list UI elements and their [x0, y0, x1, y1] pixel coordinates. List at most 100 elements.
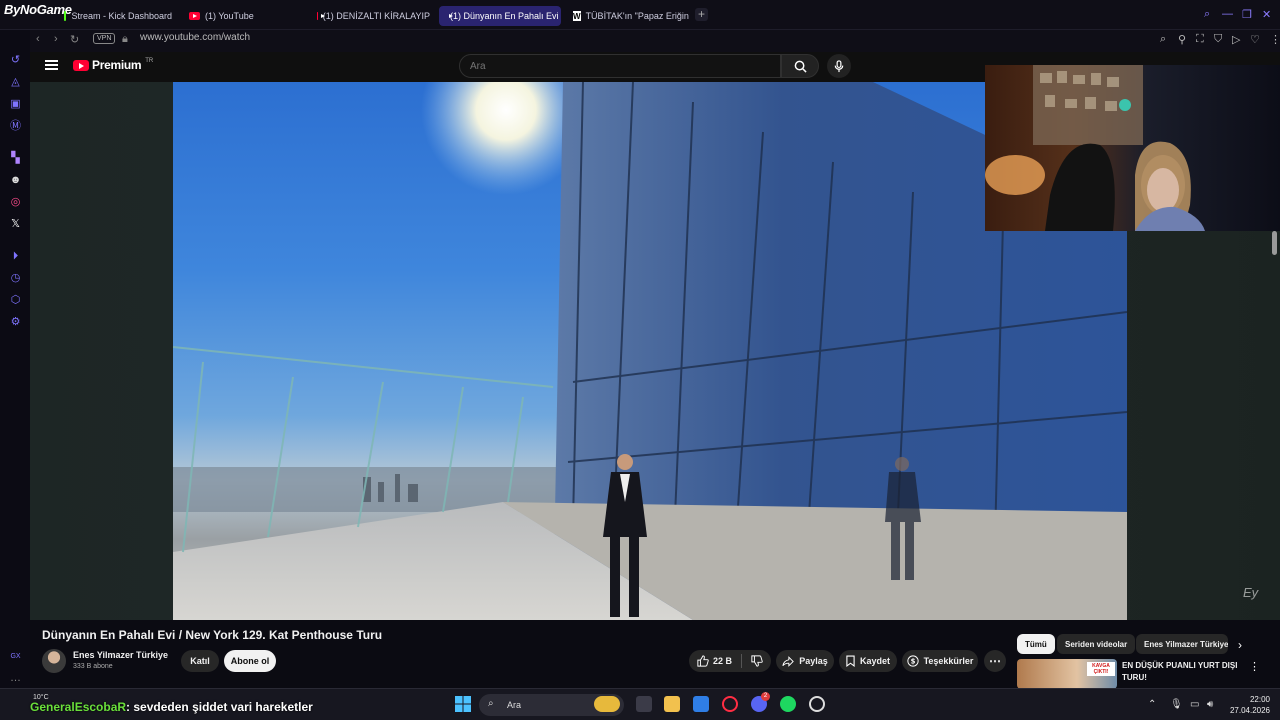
- search-box: [459, 54, 781, 78]
- search-button[interactable]: [781, 54, 819, 78]
- gamepad-icon[interactable]: ▣: [9, 98, 22, 111]
- tab-label: TÜBİTAK'ın "Papaz Eriğini: [585, 11, 689, 21]
- tab-tubitak[interactable]: W TÜBİTAK'ın "Papaz Eriğini: [567, 6, 689, 26]
- tab-kick-dashboard[interactable]: Stream - Kick Dashboard: [58, 6, 178, 26]
- thumbs-up-icon: [697, 655, 709, 667]
- chevron-right-icon[interactable]: ›: [1238, 638, 1242, 652]
- tab-label: (1) DENİZALTI KİRALAYIP: [322, 11, 430, 21]
- forward-icon[interactable]: ›: [54, 33, 58, 45]
- mail-icon[interactable]: [693, 696, 709, 712]
- clock[interactable]: 22:00 27.04.2026: [1226, 694, 1270, 716]
- pin-icon[interactable]: ⚲: [1178, 33, 1186, 46]
- browser-tab-bar: ByNoGame Stream - Kick Dashboard (1) You…: [0, 0, 1280, 30]
- youtube-logo[interactable]: Premium TR: [73, 58, 153, 72]
- screenshot-icon[interactable]: ⛶: [1196, 33, 1204, 46]
- microphone-icon[interactable]: 🎙︎: [1170, 699, 1183, 710]
- volume-icon[interactable]: 🔊︎: [1207, 699, 1213, 710]
- taskbar-search-label: Ara: [507, 700, 522, 710]
- divider: [741, 654, 742, 668]
- chat-username: GeneralEscobaR: [30, 700, 127, 714]
- sidebar-toggle-icon[interactable]: ⋮: [1270, 33, 1280, 46]
- page-scrollbar[interactable]: [1272, 231, 1277, 255]
- search-input[interactable]: [460, 55, 780, 77]
- messenger-icon[interactable]: Ⓜ: [9, 120, 22, 133]
- thumbs-down-icon[interactable]: [751, 655, 763, 667]
- monitor-icon[interactable]: ▭: [1190, 699, 1199, 710]
- channel-name[interactable]: Enes Yilmazer Türkiye: [73, 650, 168, 660]
- share-label: Paylaş: [799, 656, 828, 666]
- play-icon[interactable]: ▷: [1232, 33, 1240, 46]
- tab-active-video[interactable]: (1) Dünyanın En Pahalı Evi: [439, 6, 561, 26]
- minimize-icon[interactable]: —: [1222, 8, 1233, 20]
- maximize-icon[interactable]: ❐: [1242, 8, 1252, 21]
- video-frame: [173, 82, 1127, 620]
- opera-gx-icon[interactable]: [722, 696, 738, 712]
- tab-label: Stream - Kick Dashboard: [71, 11, 172, 21]
- logo-text: Premium: [92, 58, 142, 72]
- settings-icon[interactable]: ⚙: [9, 316, 22, 329]
- spotify-icon[interactable]: [780, 696, 796, 712]
- bag-icon[interactable]: ◬: [9, 76, 22, 89]
- heart-icon[interactable]: ♡: [1250, 33, 1260, 46]
- url-field[interactable]: www.youtube.com/watch: [140, 32, 250, 43]
- close-icon[interactable]: ✕: [1262, 8, 1271, 21]
- discord-icon[interactable]: ☻: [9, 174, 22, 187]
- file-explorer-icon[interactable]: [664, 696, 680, 712]
- chip-series[interactable]: Seriden videolar: [1057, 634, 1136, 654]
- video-player[interactable]: [173, 82, 1127, 620]
- recommended-title[interactable]: EN DÜŞÜK PUANLI YURT DIŞI TURU!: [1122, 660, 1242, 684]
- search-icon[interactable]: ⌕: [1204, 8, 1210, 21]
- share-button[interactable]: Paylaş: [776, 650, 834, 672]
- obs-icon[interactable]: [809, 696, 825, 712]
- more-vertical-icon[interactable]: ⋮: [1249, 660, 1260, 673]
- chip-all[interactable]: Tümü: [1017, 634, 1055, 654]
- like-dislike-group: 22 B: [689, 650, 771, 672]
- chevron-up-icon[interactable]: ⌃: [1148, 699, 1156, 710]
- tab-youtube[interactable]: (1) YouTube: [183, 6, 308, 26]
- discord-badge: 2: [761, 692, 770, 701]
- gx-icon[interactable]: GX: [9, 650, 22, 663]
- chat-text: : sevdeden şiddet vari hareketler: [126, 700, 313, 714]
- shield-icon[interactable]: ⛉: [1214, 33, 1222, 46]
- reload-icon[interactable]: ↻: [70, 33, 79, 46]
- menu-icon[interactable]: [45, 60, 58, 70]
- lock-icon: 🔒︎: [122, 33, 128, 45]
- join-button[interactable]: Katıl: [181, 650, 219, 672]
- back-icon[interactable]: ‹: [36, 33, 40, 45]
- channel-avatar[interactable]: [42, 649, 66, 673]
- chip-channel[interactable]: Enes Yilmazer Türkiye: [1136, 634, 1228, 654]
- save-button[interactable]: Kaydet: [839, 650, 897, 672]
- chat-message: GeneralEscobaR: sevdeden şiddet vari har…: [30, 700, 313, 714]
- tab-denizalti[interactable]: (1) DENİZALTI KİRALAYIP: [311, 6, 436, 26]
- webcam-overlay: [985, 65, 1280, 231]
- youtube-play-icon: [73, 59, 89, 71]
- voice-search-button[interactable]: [827, 54, 851, 78]
- zoom-icon[interactable]: ⌕: [1160, 33, 1166, 46]
- webcam-feed: [985, 65, 1205, 231]
- twitch-icon[interactable]: ▚: [9, 152, 22, 165]
- history-icon[interactable]: ◷: [9, 272, 22, 285]
- instagram-icon[interactable]: ◎: [9, 196, 22, 209]
- player-icon[interactable]: ⏵: [9, 250, 22, 263]
- more-actions-button[interactable]: ⋯: [984, 650, 1006, 672]
- widget-icon[interactable]: [594, 696, 620, 712]
- x-icon[interactable]: 𝕏: [9, 218, 22, 231]
- like-button[interactable]: 22 B: [697, 655, 732, 667]
- new-tab-button[interactable]: +: [695, 8, 708, 21]
- subscribe-button[interactable]: Abone ol: [224, 650, 276, 672]
- extensions-icon[interactable]: ⬡: [9, 294, 22, 307]
- w-icon: W: [573, 11, 581, 21]
- channel-watermark: Ey: [1243, 585, 1259, 600]
- recommended-thumbnail[interactable]: KAVGA ÇIKTI!: [1017, 659, 1117, 689]
- bookmark-icon: [846, 655, 855, 667]
- task-view-icon[interactable]: [636, 696, 652, 712]
- more-icon[interactable]: …: [9, 672, 22, 685]
- thanks-button[interactable]: $ Teşekkürler: [902, 650, 978, 672]
- share-icon: [782, 655, 795, 667]
- video-title: Dünyanın En Pahalı Evi / New York 129. K…: [42, 628, 383, 642]
- windows-start-icon[interactable]: [455, 696, 471, 712]
- refresh-icon[interactable]: ↺: [9, 54, 22, 67]
- microphone-icon: [834, 59, 844, 72]
- tab-label: (1) YouTube: [205, 11, 254, 21]
- vpn-badge[interactable]: VPN: [93, 33, 116, 44]
